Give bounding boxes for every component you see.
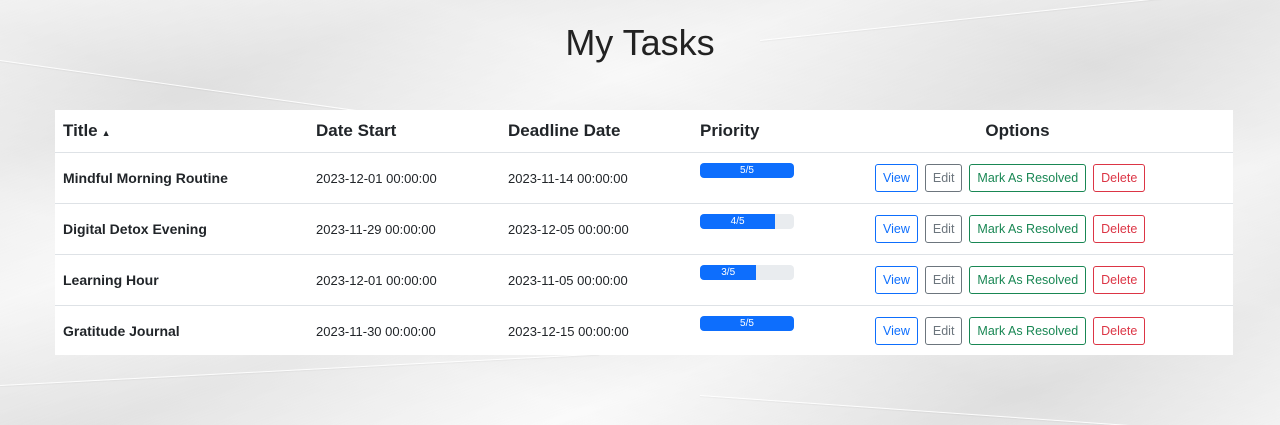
paper-crease [699,395,1279,425]
task-title: Digital Detox Evening [63,221,207,237]
column-header-options: Options [985,121,1050,140]
mark-as-resolved-button[interactable]: Mark As Resolved [969,164,1087,192]
task-title: Mindful Morning Routine [63,170,228,186]
task-priority-cell: 5/5 [700,306,794,356]
priority-progress-bar: 3/5 [700,265,757,280]
task-options: View Edit Mark As Resolved Delete [875,153,1160,203]
view-button[interactable]: View [875,266,918,294]
paper-crease [0,353,600,386]
priority-progress-bar: 5/5 [700,316,794,331]
priority-progress-bar: 5/5 [700,163,794,178]
priority-progress-bar: 4/5 [700,214,776,229]
tasks-table: Title ▲ Date Start Deadline Date Priorit… [55,110,1233,355]
task-deadline: 2023-11-05 00:00:00 [508,272,628,288]
mark-as-resolved-button[interactable]: Mark As Resolved [969,317,1087,345]
task-options: View Edit Mark As Resolved Delete [875,255,1160,305]
edit-button[interactable]: Edit [924,266,963,294]
delete-button[interactable]: Delete [1093,317,1146,345]
task-options: View Edit Mark As Resolved Delete [875,306,1160,356]
column-header-title-label: Title [63,121,98,140]
mark-as-resolved-button[interactable]: Mark As Resolved [969,266,1087,294]
table-row: Gratitude Journal 2023-11-30 00:00:00 20… [55,305,1233,356]
task-deadline: 2023-11-14 00:00:00 [508,170,628,186]
sort-ascending-icon: ▲ [101,127,111,138]
priority-progress: 5/5 [700,163,794,178]
table-header-row: Title ▲ Date Start Deadline Date Priorit… [55,110,1233,152]
column-header-date-start: Date Start [316,121,397,140]
mark-as-resolved-button[interactable]: Mark As Resolved [969,215,1087,243]
task-title: Gratitude Journal [63,323,180,339]
task-priority-cell: 4/5 [700,204,794,254]
table-row: Mindful Morning Routine 2023-12-01 00:00… [55,152,1233,203]
task-title-cell: Learning Hour [63,255,159,305]
task-title-cell: Digital Detox Evening [63,204,207,254]
delete-button[interactable]: Delete [1093,164,1146,192]
page-title: My Tasks [565,22,715,63]
column-header-priority: Priority [700,121,760,140]
table-row: Digital Detox Evening 2023-11-29 00:00:0… [55,203,1233,254]
edit-button[interactable]: Edit [924,164,963,192]
table-row: Learning Hour 2023-12-01 00:00:00 2023-1… [55,254,1233,305]
column-header-deadline: Deadline Date [508,121,621,140]
edit-button[interactable]: Edit [924,215,963,243]
delete-button[interactable]: Delete [1093,266,1146,294]
task-date-start: 2023-12-01 00:00:00 [316,170,437,186]
priority-progress: 4/5 [700,214,794,229]
view-button[interactable]: View [875,164,918,192]
edit-button[interactable]: Edit [924,317,963,345]
column-header-title[interactable]: Title ▲ [63,110,111,152]
task-title-cell: Mindful Morning Routine [63,153,228,203]
task-date-start: 2023-11-30 00:00:00 [316,323,436,339]
task-priority-cell: 5/5 [700,153,794,203]
task-priority-cell: 3/5 [700,255,794,305]
task-title-cell: Gratitude Journal [63,306,180,356]
task-title: Learning Hour [63,272,159,288]
view-button[interactable]: View [875,317,918,345]
task-date-start: 2023-12-01 00:00:00 [316,272,437,288]
task-options: View Edit Mark As Resolved Delete [875,204,1160,254]
view-button[interactable]: View [875,215,918,243]
task-deadline: 2023-12-05 00:00:00 [508,221,629,237]
priority-progress: 3/5 [700,265,794,280]
task-deadline: 2023-12-15 00:00:00 [508,323,629,339]
priority-progress: 5/5 [700,316,794,331]
delete-button[interactable]: Delete [1093,215,1146,243]
task-date-start: 2023-11-29 00:00:00 [316,221,436,237]
